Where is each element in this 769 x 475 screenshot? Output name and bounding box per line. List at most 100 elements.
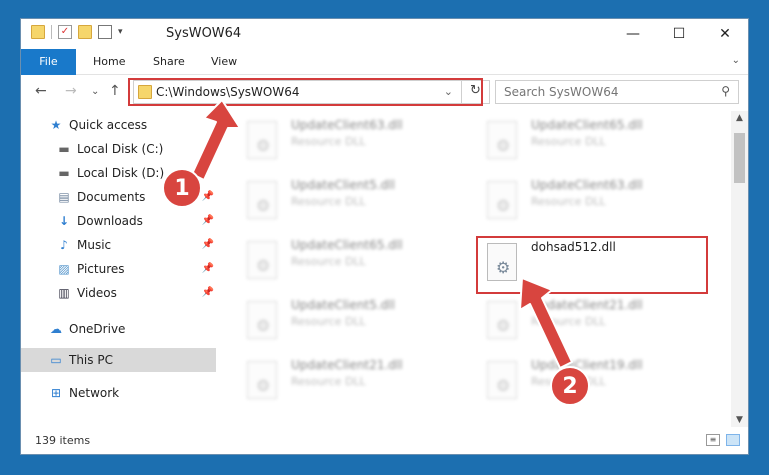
pin-icon[interactable]: 📌 — [202, 257, 214, 281]
window-controls: — ☐ ✕ — [610, 19, 748, 49]
up-button[interactable]: ↑ — [109, 83, 121, 99]
vertical-scrollbar[interactable]: ▲ ▼ — [731, 111, 748, 427]
cloud-icon: ☁ — [50, 322, 62, 336]
large-icons-view-icon[interactable] — [726, 434, 740, 446]
file-name: UpdateClient65.dll — [531, 118, 643, 132]
computer-icon: ▭ — [50, 353, 62, 367]
file-name: UpdateClient19.dll — [531, 358, 643, 372]
gear-icon: ⚙ — [256, 376, 271, 395]
back-button[interactable]: ← — [35, 83, 47, 99]
tab-view[interactable]: View — [211, 49, 237, 74]
view-switcher: ≡ — [706, 434, 740, 446]
pin-icon[interactable]: 📌 — [202, 281, 214, 305]
dll-file-icon: ⚙ — [247, 241, 277, 279]
properties-icon[interactable]: ✓ — [58, 25, 72, 39]
ribbon-expand-icon[interactable]: ⌄ — [732, 55, 740, 66]
folder-icon[interactable] — [31, 25, 45, 39]
gear-icon: ⚙ — [496, 316, 511, 335]
file-name: UpdateClient5.dll — [291, 298, 395, 312]
ribbon-tabs: File Home Share View ⌄ — [21, 49, 748, 105]
separator — [51, 25, 52, 39]
file-type: Resource DLL — [291, 135, 366, 148]
dll-file-icon: ⚙ — [487, 121, 517, 159]
sidebar-item-network[interactable]: ⊞ Network — [21, 381, 216, 405]
file-name: UpdateClient63.dll — [291, 118, 403, 132]
file-item[interactable]: ⚙ UpdateClient19.dll Resource DLL — [481, 353, 711, 409]
scroll-down-icon[interactable]: ▼ — [731, 415, 748, 425]
step-badge-1: 1 — [162, 168, 202, 208]
file-type: Resource DLL — [291, 195, 366, 208]
file-item[interactable]: ⚙ UpdateClient65.dll Resource DLL — [241, 233, 471, 289]
quick-access-toolbar: ✓ ▾ — [31, 25, 123, 39]
navigation-pane: ★ Quick access ▬ Local Disk (C:) ▬ Local… — [21, 111, 219, 427]
title-bar: ✓ ▾ SysWOW64 — ☐ ✕ — [21, 19, 748, 49]
qat-dropdown-icon[interactable]: ▾ — [118, 27, 123, 37]
file-type: Resource DLL — [291, 375, 366, 388]
dll-file-icon: ⚙ — [247, 301, 277, 339]
sidebar-item-label: Music — [77, 238, 112, 252]
sidebar-item-videos[interactable]: ▥ Videos 📌 — [21, 281, 216, 305]
item-count: 139 items — [35, 434, 91, 447]
new-folder-icon[interactable] — [78, 25, 92, 39]
tab-share[interactable]: Share — [153, 49, 185, 74]
recent-locations-button[interactable]: ⌄ — [91, 86, 99, 97]
gear-icon: ⚙ — [256, 256, 271, 275]
dll-file-icon: ⚙ — [487, 301, 517, 339]
pin-icon[interactable]: 📌 — [202, 233, 214, 257]
pin-icon[interactable]: 📌 — [202, 185, 214, 209]
sidebar-item-onedrive[interactable]: ☁ OneDrive — [21, 317, 216, 341]
scroll-up-icon[interactable]: ▲ — [731, 113, 748, 123]
step-badge-2: 2 — [550, 366, 590, 406]
downloads-icon: ↓ — [58, 214, 70, 228]
maximize-button[interactable]: ☐ — [656, 19, 702, 49]
sidebar-item-quick-access[interactable]: ★ Quick access — [21, 113, 216, 137]
sidebar-item-label: Local Disk (D:) — [77, 166, 165, 180]
window-title: SysWOW64 — [166, 26, 242, 41]
file-item[interactable]: ⚙ UpdateClient63.dll Resource DLL — [481, 173, 711, 229]
file-item[interactable]: ⚙ UpdateClient63.dll Resource DLL — [241, 113, 471, 169]
customize-icon[interactable] — [98, 25, 112, 39]
file-name: UpdateClient5.dll — [291, 178, 395, 192]
status-bar: 139 items ≡ — [21, 427, 748, 454]
sidebar-item-label: Downloads — [77, 214, 143, 228]
videos-icon: ▥ — [58, 286, 70, 300]
search-input[interactable] — [502, 84, 706, 100]
file-type: Resource DLL — [531, 195, 606, 208]
music-icon: ♪ — [60, 238, 68, 252]
file-item[interactable]: ⚙ UpdateClient65.dll Resource DLL — [481, 113, 711, 169]
minimize-button[interactable]: — — [610, 19, 656, 49]
close-button[interactable]: ✕ — [702, 19, 748, 49]
file-item[interactable]: ⚙ UpdateClient21.dll Resource DLL — [481, 293, 711, 349]
drive-icon: ▬ — [58, 142, 70, 156]
search-icon: ⚲ — [721, 84, 730, 98]
gear-icon: ⚙ — [256, 136, 271, 155]
file-name: UpdateClient65.dll — [291, 238, 403, 252]
dll-file-icon: ⚙ — [247, 121, 277, 159]
file-type: Resource DLL — [531, 315, 606, 328]
gear-icon: ⚙ — [496, 136, 511, 155]
sidebar-item-downloads[interactable]: ↓ Downloads 📌 — [21, 209, 216, 233]
gear-icon: ⚙ — [496, 376, 511, 395]
dll-file-icon: ⚙ — [487, 361, 517, 399]
sidebar-item-label: Documents — [77, 190, 146, 204]
file-item[interactable]: ⚙ UpdateClient5.dll Resource DLL — [241, 293, 471, 349]
sidebar-item-label: This PC — [69, 353, 113, 367]
file-name: UpdateClient63.dll — [531, 178, 643, 192]
pictures-icon: ▨ — [58, 262, 70, 276]
gear-icon: ⚙ — [256, 316, 271, 335]
forward-button[interactable]: → — [65, 83, 77, 99]
sidebar-item-music[interactable]: ♪ Music 📌 — [21, 233, 216, 257]
search-box[interactable]: ⚲ — [495, 80, 739, 104]
sidebar-item-label: OneDrive — [69, 322, 126, 336]
details-view-icon[interactable]: ≡ — [706, 434, 720, 446]
file-item[interactable]: ⚙ UpdateClient21.dll Resource DLL — [241, 353, 471, 409]
scrollbar-thumb[interactable] — [734, 133, 745, 183]
sidebar-item-local-disk-c[interactable]: ▬ Local Disk (C:) — [21, 137, 216, 161]
file-item[interactable]: ⚙ UpdateClient5.dll Resource DLL — [241, 173, 471, 229]
file-type: Resource DLL — [291, 315, 366, 328]
dll-file-icon: ⚙ — [247, 361, 277, 399]
tab-home[interactable]: Home — [93, 49, 125, 74]
sidebar-item-this-pc[interactable]: ▭ This PC — [21, 348, 216, 372]
sidebar-item-pictures[interactable]: ▨ Pictures 📌 — [21, 257, 216, 281]
pin-icon[interactable]: 📌 — [202, 209, 214, 233]
